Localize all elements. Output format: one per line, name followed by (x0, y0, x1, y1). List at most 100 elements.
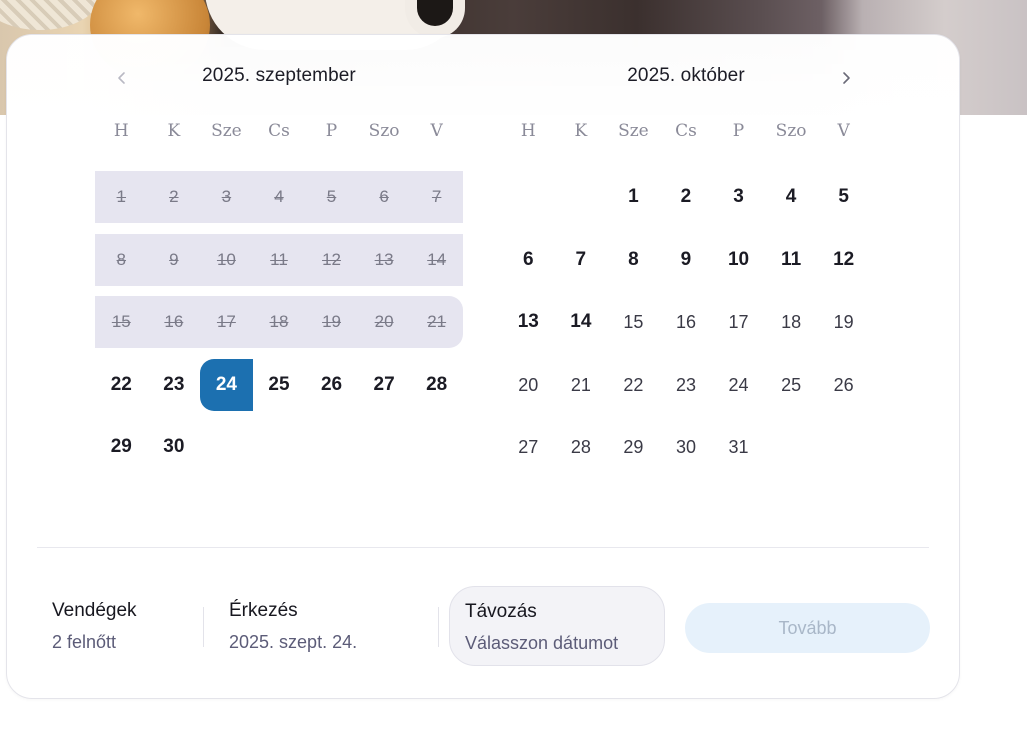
day-cell[interactable]: 27 (502, 421, 555, 473)
guests-label: Vendégek (52, 600, 137, 621)
day-disabled: 1 (116, 187, 127, 206)
departure-field[interactable]: Távozás Válasszon dátumot (449, 586, 665, 666)
weekday-label: P (325, 121, 338, 141)
day-cell[interactable]: 4 (765, 171, 818, 223)
day-disabled: 15 (111, 312, 131, 331)
week-row: 29 30 (95, 421, 463, 473)
guests-value: 2 felnőtt (52, 632, 117, 652)
week-row: 22 23 24 25 26 27 28 (95, 358, 463, 411)
weekday-label: H (520, 121, 536, 141)
day-cell[interactable]: 23 (660, 359, 713, 411)
week-row: 6 7 8 9 10 11 12 (502, 234, 870, 286)
separator (203, 607, 204, 647)
day-cell[interactable]: 26 (817, 359, 870, 411)
day-cell[interactable]: 29 (607, 421, 660, 473)
day-cell[interactable]: 19 (817, 296, 870, 348)
day-cell[interactable]: 23 (148, 359, 201, 411)
day-cell[interactable]: 28 (555, 421, 608, 473)
date-picker-card: 2025. szeptember H K Sze Cs P Szo V 1234567891… (6, 34, 960, 699)
weekday-label: Cs (675, 121, 697, 141)
day-cell[interactable]: 8 (607, 234, 660, 286)
day-cell[interactable]: 22 (95, 359, 148, 411)
arrival-value: 2025. szept. 24. (229, 632, 358, 652)
day-disabled: 9 (169, 249, 179, 269)
day-cell[interactable]: 16 (660, 296, 713, 348)
day-cell[interactable]: 15 (607, 296, 660, 348)
week-row: 20 21 22 23 24 25 26 (502, 359, 870, 411)
day-cell[interactable]: 14 (555, 296, 608, 348)
day-cell[interactable]: 7 (555, 234, 608, 286)
day-disabled: 21 (427, 312, 447, 331)
month-title: 2025. szeptember (202, 65, 356, 86)
day-cell[interactable]: 30 (660, 421, 713, 473)
weeks-grid: 1 2 3 4 5 6 7 8 9 10 11 12 13 14 15 16 17 18 19 20 21 22 23 24 2… (95, 171, 463, 473)
day-cell[interactable]: 10 (712, 234, 765, 286)
weekday-header: H K Sze Cs P Szo V (502, 116, 870, 146)
day-cell[interactable]: 2 (660, 171, 713, 223)
day-empty (200, 421, 253, 473)
day-cell[interactable]: 21 (555, 359, 608, 411)
day-cell[interactable]: 13 (502, 296, 555, 348)
day-empty (410, 421, 463, 473)
week-row: 13 14 15 16 17 18 19 (502, 296, 870, 348)
weekday-label: Sze (618, 121, 649, 141)
day-disabled: 7 (431, 187, 442, 206)
day-disabled: 10 (216, 249, 236, 269)
day-cell[interactable]: 12 (817, 234, 870, 286)
day-disabled: 8 (116, 249, 127, 269)
week-row: 27 28 29 30 31 (502, 421, 870, 473)
day-disabled: 14 (427, 249, 447, 269)
day-cell[interactable]: 6 (502, 234, 555, 286)
weekday-label: K (574, 121, 588, 141)
day-cell[interactable]: 28 (410, 359, 463, 411)
day-cell[interactable]: 9 (660, 234, 713, 286)
weekday-label: V (837, 121, 850, 141)
day-cell[interactable]: 17 (712, 296, 765, 348)
day-cell[interactable]: 18 (765, 296, 818, 348)
next-button[interactable]: Tovább (685, 603, 930, 653)
day-cell[interactable]: 11 (765, 234, 818, 286)
arrival-label: Érkezés (229, 600, 298, 621)
day-empty (358, 421, 411, 473)
day-empty (502, 171, 555, 223)
day-empty (817, 421, 870, 473)
day-empty (555, 171, 608, 223)
day-disabled: 4 (274, 187, 284, 206)
day-disabled: 16 (164, 312, 184, 331)
day-disabled: 2 (169, 187, 179, 206)
day-cell[interactable]: 31 (712, 421, 765, 473)
departure-value: Válasszon dátumot (465, 633, 619, 653)
day-cell[interactable]: 29 (95, 421, 148, 473)
day-cell[interactable]: 20 (502, 359, 555, 411)
day-disabled: 13 (374, 249, 394, 269)
weekday-label: V (430, 121, 443, 141)
day-cell[interactable]: 22 (607, 359, 660, 411)
day-cell[interactable]: 24 (712, 359, 765, 411)
weekday-label: Szo (775, 121, 807, 141)
separator (438, 607, 439, 647)
day-cell[interactable]: 3 (712, 171, 765, 223)
weekday-label: Szo (368, 121, 400, 141)
day-cell[interactable]: 1 (607, 171, 660, 223)
day-cell[interactable]: 27 (358, 359, 411, 411)
arrival-field[interactable]: Érkezés 2025. szept. 24. (229, 586, 357, 666)
weekday-label: Cs (268, 121, 290, 141)
week-row: 15 16 17 18 19 20 21 (95, 296, 463, 348)
plate-image (0, 0, 100, 30)
day-cell[interactable]: 26 (305, 359, 358, 411)
day-cell[interactable]: 30 (148, 421, 201, 473)
day-disabled: 11 (270, 249, 288, 269)
guests-field[interactable]: Vendégek 2 felnőtt (52, 586, 137, 666)
day-selected[interactable]: 24 (200, 358, 253, 411)
weeks-grid: 1 2 3 4 5 6 7 8 9 10 11 12 13 14 15 16 17 18 19 20 21 22 23 24 2… (502, 171, 870, 473)
weekday-label: Sze (211, 121, 242, 141)
day-disabled: 19 (322, 312, 341, 331)
day-cell[interactable]: 25 (253, 359, 306, 411)
month-title: 2025. október (627, 65, 745, 86)
day-disabled: 6 (379, 187, 389, 206)
day-disabled: 3 (221, 187, 232, 206)
day-disabled: 12 (322, 249, 341, 269)
day-disabled: 17 (216, 312, 236, 331)
day-cell[interactable]: 25 (765, 359, 818, 411)
day-cell[interactable]: 5 (817, 171, 870, 223)
